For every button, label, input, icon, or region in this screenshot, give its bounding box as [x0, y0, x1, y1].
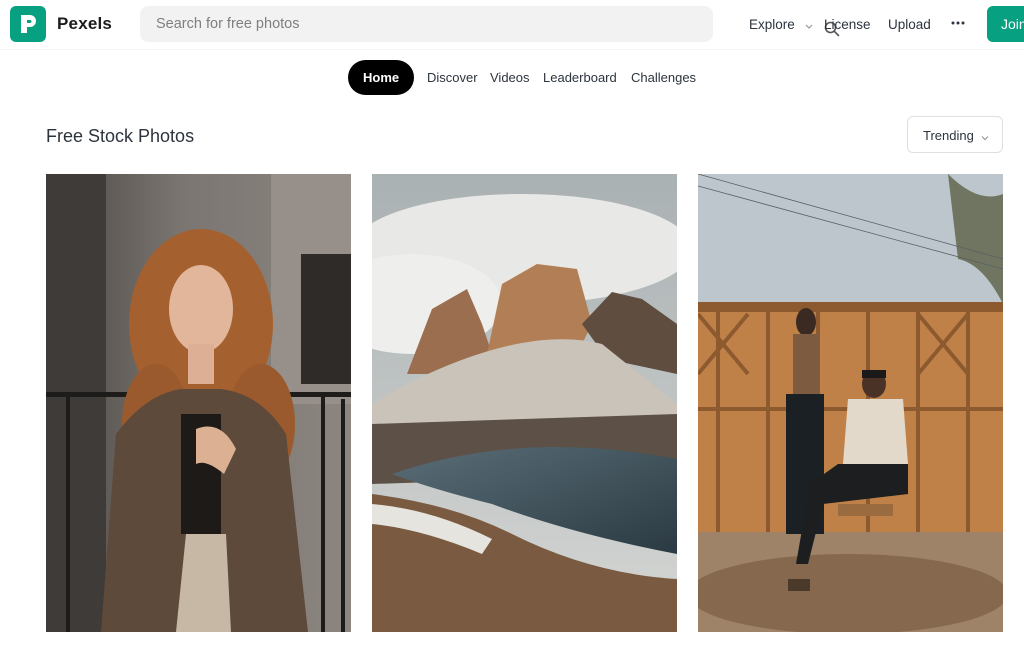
category-tabs: Home Discover Videos Leaderboard Challen… [0, 60, 1024, 95]
search-input[interactable] [140, 6, 660, 42]
tab-home[interactable]: Home [348, 60, 415, 95]
join-button[interactable]: Join [987, 6, 1024, 42]
sort-dropdown[interactable]: Trending [907, 116, 1003, 153]
top-header: Pexels Explore License Upload Join [0, 0, 1024, 50]
pexels-logo-icon[interactable] [10, 6, 46, 42]
tab-videos[interactable]: Videos [490, 60, 530, 95]
sort-dropdown-value: Trending [923, 128, 974, 143]
tab-leaderboard[interactable]: Leaderboard [543, 60, 617, 95]
photo-card-gate-portrait[interactable] [698, 174, 1003, 632]
search-bar[interactable] [140, 6, 840, 42]
more-options-icon[interactable] [951, 15, 965, 36]
photo-card-mountain-lake[interactable] [372, 174, 677, 632]
nav-explore-label: Explore [749, 17, 795, 32]
brand-name[interactable]: Pexels [57, 14, 112, 34]
page-title: Free Stock Photos [46, 126, 195, 146]
nav-license[interactable]: License [824, 17, 871, 32]
chevron-down-icon [980, 129, 990, 147]
photo-card-woman-portrait[interactable] [46, 174, 351, 632]
tab-discover[interactable]: Discover [427, 60, 478, 95]
tab-challenges[interactable]: Challenges [631, 60, 696, 95]
nav-upload[interactable]: Upload [888, 17, 931, 32]
nav-explore[interactable]: Explore [749, 17, 813, 33]
chevron-down-icon [805, 18, 813, 33]
